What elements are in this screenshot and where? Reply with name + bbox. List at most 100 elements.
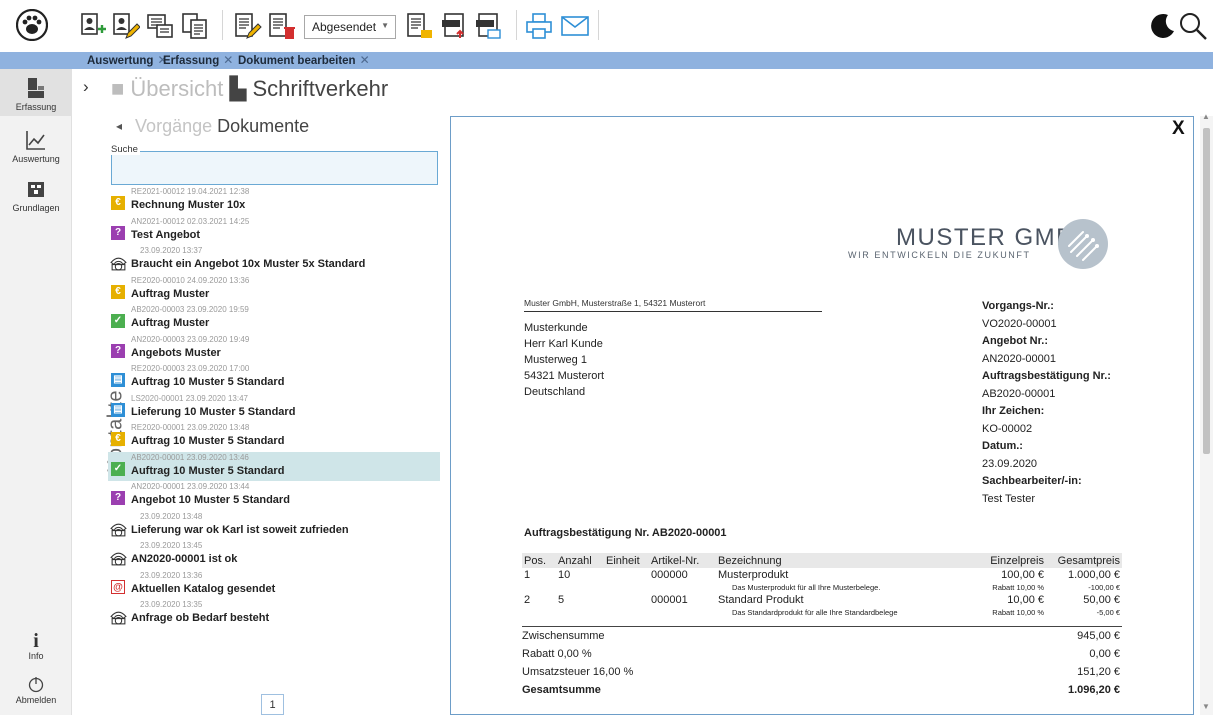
left-navigation: Erfassung Auswertung Grundlagen i Info A… <box>0 69 72 715</box>
toolbar-separator <box>516 10 517 40</box>
list-item[interactable]: € RE2020-00001 23.09.2020 13:48 Auftrag 10… <box>108 422 440 452</box>
scroll-down-icon[interactable]: ▼ <box>1202 702 1210 711</box>
lieferung-icon: ▤ <box>111 402 125 417</box>
document-heading: Auftragsbestätigung Nr. AB2020-00001 <box>524 527 727 539</box>
search-legend: Suche <box>111 144 140 155</box>
document-meta: AN2021-00012 02.03.2021 14:25 <box>131 216 250 226</box>
document-copy-icon[interactable] <box>180 11 210 41</box>
scrollbar-thumb[interactable] <box>1203 128 1210 454</box>
nav-item-grundlagen[interactable]: Grundlagen <box>0 173 72 215</box>
tab-dokument-bearbeiten[interactable]: Dokument bearbeiten ✕ <box>238 53 370 68</box>
close-icon[interactable]: ✕ <box>360 53 370 67</box>
nav-item-auswertung[interactable]: Auswertung <box>0 124 72 166</box>
totals-label: Zwischensumme <box>522 630 605 642</box>
list-item[interactable]: € RE2020-00010 24.09.2020 13:36 Auftrag Mu… <box>108 275 440 305</box>
list-item[interactable]: @23.09.2020 13:36 Aktuellen Katalog gesen… <box>108 570 440 600</box>
list-item[interactable]: ✓ AB2020-00001 23.09.2020 13:46 Auftrag 10… <box>108 451 440 481</box>
contact-add-icon[interactable] <box>78 11 108 41</box>
list-item[interactable]: 23.09.2020 13:48 Lieferung war ok Karl is… <box>108 511 440 541</box>
document-meta: RE2020-00001 23.09.2020 13:48 <box>131 423 250 432</box>
document-meta: AB2020-00001 23.09.2020 13:46 <box>131 452 249 462</box>
totals-value: 0,00 € <box>1089 648 1120 660</box>
totals-value: 945,00 € <box>1077 630 1120 642</box>
contact-edit-icon[interactable] <box>110 11 140 41</box>
list-item[interactable]: ? AN2020-00001 23.09.2020 13:44 Angebot 10… <box>108 481 440 511</box>
email-icon[interactable] <box>560 11 590 41</box>
chevron-right-icon[interactable]: › <box>83 77 89 97</box>
column-header: Pos. <box>522 553 556 568</box>
document-lock-icon[interactable] <box>404 11 434 41</box>
search-icon[interactable] <box>1178 11 1208 41</box>
scroll-up-icon[interactable]: ▲ <box>1202 112 1210 121</box>
breadcrumb-item-uebersicht[interactable]: ■ Übersicht <box>111 76 223 101</box>
document-title: Aktuellen Katalog gesendet <box>131 582 276 595</box>
document-title: Auftrag Muster <box>131 317 210 329</box>
pagination-page-1[interactable]: 1 <box>261 694 284 715</box>
moon-icon[interactable] <box>1146 11 1176 41</box>
email-icon: @ <box>111 579 125 594</box>
table-cell <box>604 568 649 582</box>
paw-logo-icon[interactable] <box>16 9 48 41</box>
subnav-dokumente[interactable]: Dokumente <box>217 116 309 136</box>
tab-auswertung[interactable]: Auswertung ✕ <box>87 53 168 68</box>
export-xml-icon[interactable] <box>474 11 504 41</box>
subnav-vorgaenge[interactable]: Vorgänge <box>135 116 212 136</box>
list-item[interactable]: ✓ AB2020-00003 23.09.2020 19:59 Auftrag Mu… <box>108 304 440 334</box>
sender-line: Muster GmbH, Musterstraße 1, 54321 Muste… <box>524 298 822 312</box>
nav-item-erfassung[interactable]: Erfassung <box>0 69 72 116</box>
document-delete-icon[interactable] <box>266 11 296 41</box>
phone-icon <box>110 611 127 625</box>
tab-erfassung[interactable]: Erfassung ✕ <box>163 53 233 68</box>
column-header: Bezeichnung <box>716 553 962 568</box>
document-meta: 23.09.2020 13:37 <box>140 246 203 255</box>
list-item[interactable]: ? AN2020-00003 23.09.2020 19:49 Angebots M… <box>108 334 440 364</box>
print-icon[interactable] <box>524 11 554 41</box>
item-description: Das Musterprodukt für all Ihre Musterbel… <box>732 583 881 592</box>
document-title: Auftrag Muster <box>131 287 210 300</box>
document-edit-icon[interactable] <box>232 11 262 41</box>
table-cell <box>604 582 649 593</box>
close-icon[interactable]: ✕ <box>223 53 233 67</box>
info-label: Datum.: <box>982 440 1023 452</box>
column-header: Anzahl <box>556 553 604 568</box>
document-meta: 23.09.2020 13:35 <box>140 600 203 609</box>
nav-item-info[interactable]: i Info <box>0 631 72 665</box>
info-label: Sachbearbeiter/-in: <box>982 475 1082 487</box>
list-item[interactable]: ▤ LS2020-00001 23.09.2020 13:47 Lieferung … <box>108 393 440 423</box>
document-title: Auftrag 10 Muster 5 Standard <box>131 376 285 388</box>
document-title: Auftrag 10 Muster 5 Standard <box>131 464 285 477</box>
app-window: { "toolbar": { "status_select": "Abgesen… <box>0 0 1213 715</box>
document-new-icon[interactable] <box>145 11 175 41</box>
column-header: Einheit <box>604 553 649 568</box>
table-cell <box>522 582 556 593</box>
list-item[interactable]: ? AN2021-00012 02.03.2021 14:25 Test Angeb… <box>108 216 440 246</box>
export-pdf-icon[interactable] <box>440 11 470 41</box>
chevron-down-icon: ▼ <box>381 21 389 30</box>
status-select[interactable]: Abgesendet ▼ <box>304 15 396 39</box>
table-cell: 000000 <box>651 569 688 581</box>
main-toolbar: Abgesendet ▼ <box>0 0 1213 52</box>
document-meta: 23.09.2020 13:48 <box>140 511 203 521</box>
document-meta: AN2020-00001 23.09.2020 13:44 <box>131 482 250 491</box>
address-line: Herr Karl Kunde <box>524 338 603 350</box>
breadcrumb-item-schriftverkehr[interactable]: ▙ Schriftverkehr <box>229 76 388 101</box>
table-cell: 10,00 € <box>1007 594 1044 606</box>
rechnung-icon: € <box>111 432 125 446</box>
item-discount: Rabatt 10,00 % <box>992 608 1044 617</box>
list-item[interactable]: 23.09.2020 13:45 AN2020-00001 ist ok <box>108 540 440 570</box>
close-preview-button[interactable]: X <box>1172 118 1185 140</box>
nav-item-abmelden[interactable]: Abmelden <box>0 675 72 711</box>
item-discount: Rabatt 10,00 % <box>992 583 1044 592</box>
totals-label: Rabatt 0,00 % <box>522 648 592 660</box>
list-item[interactable]: 23.09.2020 13:35 Anfrage ob Bedarf besteh… <box>108 599 440 629</box>
search-input[interactable] <box>111 151 438 185</box>
address-line: Musterkunde <box>524 322 588 334</box>
document-title: Braucht ein Angebot 10x Muster 5x Standa… <box>131 258 366 270</box>
list-item[interactable]: ▤ RE2020-00003 23.09.2020 17:00 Auftrag 10… <box>108 363 440 393</box>
chevron-left-icon[interactable]: ◂ <box>116 119 122 133</box>
list-item[interactable]: 23.09.2020 13:37 Braucht ein Angebot 10x … <box>108 245 440 275</box>
nav-label: Auswertung <box>12 154 60 164</box>
phone-icon <box>110 523 127 536</box>
list-item[interactable]: € RE2021-00012 19.04.2021 12:38 Rechnung M… <box>108 186 440 216</box>
document-title: Anfrage ob Bedarf besteht <box>131 612 270 624</box>
